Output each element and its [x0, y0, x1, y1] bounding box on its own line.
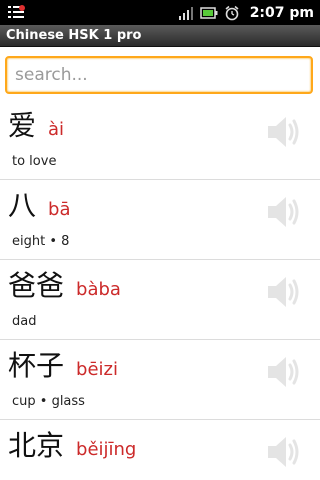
status-bar: 2:07 pm [0, 0, 320, 25]
word-list: 爱 ài to love 八 bā eight • 8 爸爸 bàba dad … [0, 100, 320, 480]
signal-icon [178, 5, 194, 21]
hanzi: 八 [8, 189, 37, 222]
meaning: dad [12, 314, 37, 329]
status-right: 2:07 pm [178, 5, 314, 21]
status-left [8, 4, 26, 21]
alarm-icon [224, 5, 240, 21]
pinyin: ài [48, 119, 65, 140]
search-container [0, 47, 320, 100]
list-item[interactable]: 爸爸 bàba dad [0, 260, 320, 340]
list-item[interactable]: 爱 ài to love [0, 100, 320, 180]
notification-list-icon[interactable] [8, 4, 26, 21]
meaning: to love [12, 154, 57, 169]
search-input[interactable] [5, 56, 313, 94]
title-bar: Chinese HSK 1 pro [0, 25, 320, 47]
hanzi: 爱 [8, 109, 37, 142]
app-screen: 2:07 pm Chinese HSK 1 pro 爱 ài to love 八 [0, 0, 320, 480]
speaker-icon[interactable] [264, 112, 304, 152]
list-item[interactable]: 北京 běijīng [0, 420, 320, 480]
pinyin: běijīng [76, 439, 137, 460]
list-item[interactable]: 八 bā eight • 8 [0, 180, 320, 260]
pinyin: bàba [76, 279, 121, 300]
speaker-icon[interactable] [264, 272, 304, 312]
list-item[interactable]: 杯子 bēizi cup • glass [0, 340, 320, 420]
pinyin: bēizi [76, 359, 118, 380]
hanzi: 爸爸 [8, 269, 65, 302]
battery-icon [199, 5, 218, 21]
app-title: Chinese HSK 1 pro [6, 28, 142, 43]
pinyin: bā [48, 199, 71, 220]
speaker-icon[interactable] [264, 432, 304, 472]
hanzi: 北京 [8, 429, 65, 462]
speaker-icon[interactable] [264, 352, 304, 392]
meaning: cup • glass [12, 394, 85, 409]
hanzi: 杯子 [8, 349, 65, 382]
meaning: eight • 8 [12, 234, 70, 249]
status-time: 2:07 pm [249, 4, 314, 21]
speaker-icon[interactable] [264, 192, 304, 232]
